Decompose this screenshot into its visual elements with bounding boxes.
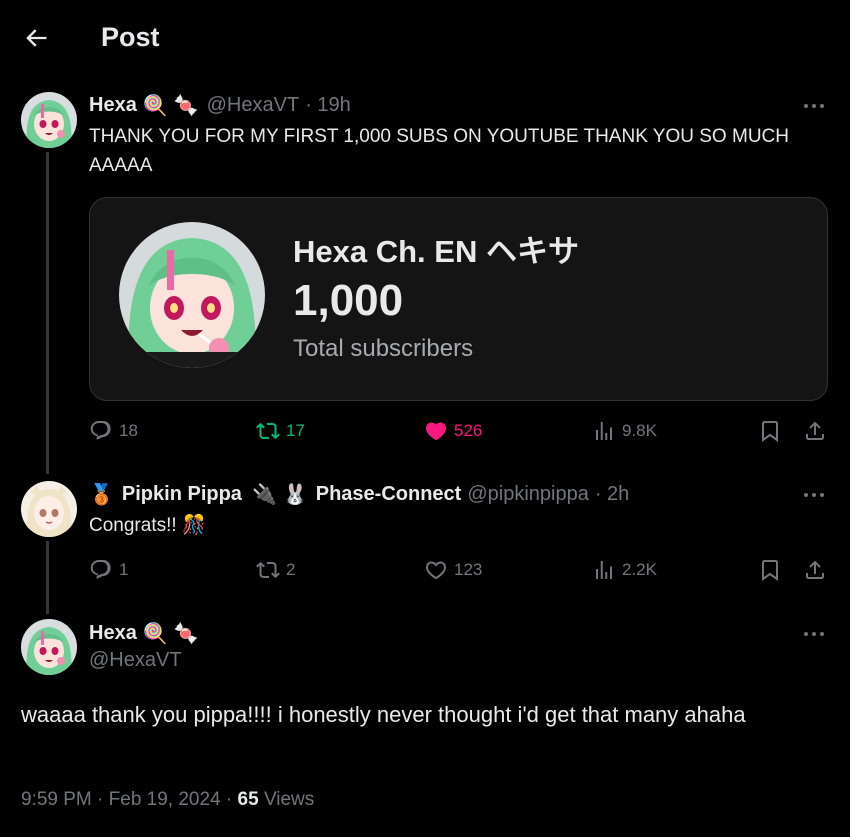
like-count: 123 xyxy=(454,560,483,579)
lollipop-emoji: 🍭 xyxy=(142,623,168,645)
candy-emoji: 🍬 xyxy=(173,95,199,117)
avatar[interactable] xyxy=(21,481,77,537)
reply-count: 18 xyxy=(119,421,138,440)
avatar[interactable] xyxy=(21,619,77,675)
plug-emoji: 🔌 xyxy=(251,484,277,506)
repost-icon xyxy=(256,561,280,579)
avatar[interactable] xyxy=(21,92,77,148)
author-name[interactable]: Hexa xyxy=(89,622,137,645)
reply-count: 1 xyxy=(119,560,129,579)
medal-emoji: 🥉 xyxy=(89,484,114,506)
tweet-text: waaaa thank you pippa!!!! i honestly nev… xyxy=(21,702,746,727)
page-title: Post xyxy=(101,22,160,52)
repost-count: 17 xyxy=(286,421,305,440)
author-name[interactable]: Hexa xyxy=(89,94,137,117)
share-icon xyxy=(806,560,824,579)
more-options-icon[interactable] xyxy=(802,489,826,501)
views-icon xyxy=(596,422,612,440)
like-count: 526 xyxy=(454,421,483,440)
lollipop-emoji: 🍭 xyxy=(142,95,168,117)
post-timestamp: 9:59 PM · Feb 19, 2024 · 65 Views xyxy=(21,789,314,811)
affiliation-name[interactable]: Phase-Connect xyxy=(316,483,462,506)
handle-row: @HexaVT xyxy=(89,649,182,672)
author-row: 🥉 Pipkin Pippa 🔌 🐰 Phase-Connect @pipkin… xyxy=(89,482,629,507)
bookmark-icon xyxy=(762,560,778,581)
subscriber-count: 1,000 xyxy=(293,276,404,325)
repost-button[interactable]: 17 xyxy=(256,419,305,443)
reply-button[interactable]: 18 xyxy=(89,419,138,443)
views-icon xyxy=(596,561,612,579)
views-button[interactable]: 2.2K xyxy=(592,558,657,582)
view-count: 9.8K xyxy=(622,421,657,440)
more-options-icon[interactable] xyxy=(802,628,826,640)
channel-name: Hexa Ch. EN ヘキサ xyxy=(293,234,579,269)
reply-icon xyxy=(90,560,111,579)
repost-button[interactable]: 2 xyxy=(256,558,295,582)
author-handle[interactable]: @pipkinpippa xyxy=(467,483,589,506)
post-time[interactable]: · 2h xyxy=(595,483,629,506)
thread-line xyxy=(46,541,49,614)
post-datetime[interactable]: 9:59 PM · Feb 19, 2024 · xyxy=(21,789,232,810)
tweet-text: Congrats!! 🎊 xyxy=(89,511,206,540)
heart-icon xyxy=(425,422,447,441)
bookmark-icon xyxy=(762,421,778,442)
post-header: Post xyxy=(0,0,850,75)
share-button[interactable] xyxy=(803,558,827,582)
subscriber-label: Total subscribers xyxy=(293,335,474,362)
like-button[interactable]: 123 xyxy=(424,558,482,582)
more-options-icon[interactable] xyxy=(802,100,826,112)
view-count: 2.2K xyxy=(622,560,657,579)
share-icon xyxy=(806,421,824,440)
views-button[interactable]: 9.8K xyxy=(592,419,657,443)
views-count: 65 xyxy=(237,789,259,810)
back-arrow-icon[interactable] xyxy=(22,24,50,52)
heart-outline-icon xyxy=(425,561,447,580)
bookmark-button[interactable] xyxy=(758,558,782,582)
author-handle[interactable]: @HexaVT xyxy=(207,94,300,117)
post-actions: 1 2 123 2.2K xyxy=(89,558,829,588)
candy-emoji: 🍬 xyxy=(173,623,199,645)
like-button[interactable]: 526 xyxy=(424,419,482,443)
thread-line xyxy=(46,152,49,474)
author-name[interactable]: Pipkin Pippa xyxy=(122,483,242,506)
reply-button[interactable]: 1 xyxy=(89,558,128,582)
youtube-milestone-card[interactable]: Hexa Ch. EN ヘキサ 1,000 Total subscribers xyxy=(89,197,828,401)
repost-count: 2 xyxy=(286,560,296,579)
views-label: Views xyxy=(263,789,315,810)
confetti-emoji: 🎊 xyxy=(181,515,206,536)
author-row: Hexa 🍭 🍬 @HexaVT · 19h xyxy=(89,93,351,118)
repost-icon xyxy=(256,422,280,440)
channel-avatar xyxy=(119,222,265,368)
author-handle[interactable]: @HexaVT xyxy=(89,649,182,672)
post-actions: 18 17 526 9.8K xyxy=(89,419,829,449)
tweet-text: THANK YOU FOR MY FIRST 1,000 SUBS ON YOU… xyxy=(89,126,789,176)
post-time[interactable]: · 19h xyxy=(305,94,351,117)
rabbit-emoji: 🐰 xyxy=(282,484,308,506)
author-row: Hexa 🍭 🍬 xyxy=(89,621,199,646)
reply-text: Congrats!! xyxy=(89,515,177,536)
share-button[interactable] xyxy=(803,419,827,443)
bookmark-button[interactable] xyxy=(758,419,782,443)
reply-icon xyxy=(90,421,111,440)
